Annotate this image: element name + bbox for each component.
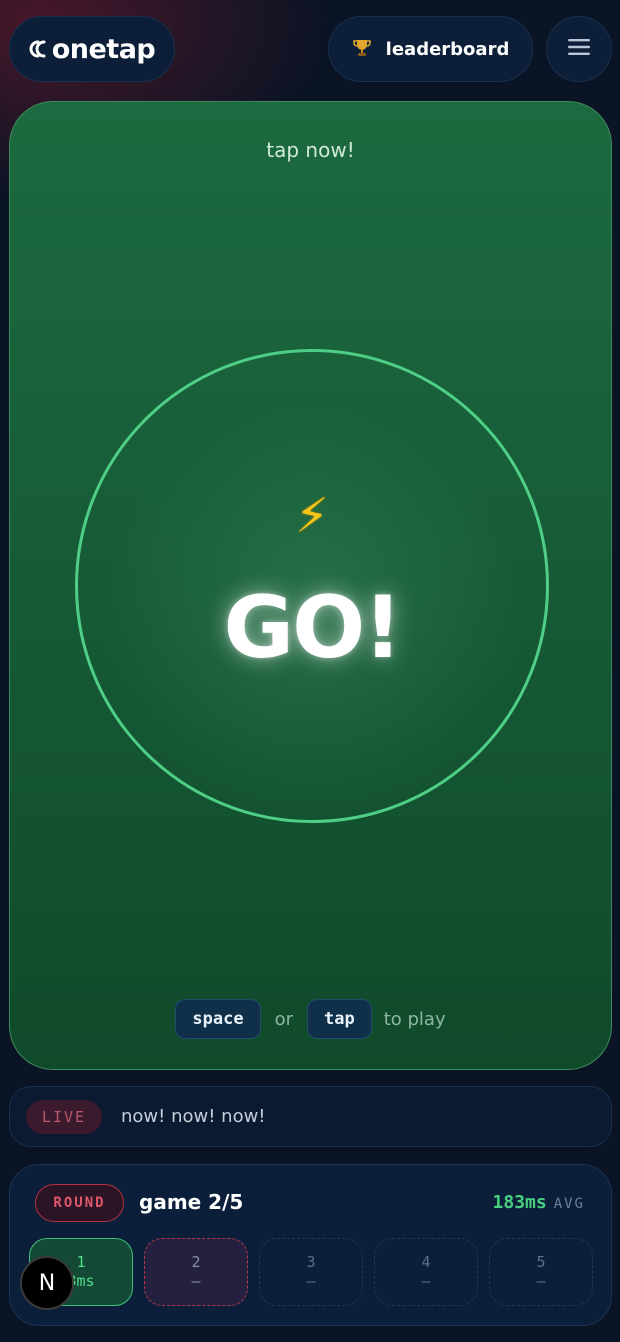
live-ticker: LIVE now! now! now! bbox=[9, 1086, 612, 1147]
leaderboard-label: leaderboard bbox=[385, 38, 510, 60]
leaderboard-button[interactable]: leaderboard bbox=[328, 16, 533, 82]
logo-text: onetap bbox=[51, 33, 156, 65]
round-badge: ROUND bbox=[35, 1184, 124, 1222]
round-summary-card: ROUND game 2/5 183ms AVG 1 3ms 2 – 3 – 4… bbox=[9, 1164, 612, 1326]
slot-number: 4 bbox=[421, 1253, 431, 1272]
go-target-circle[interactable]: ⚡ GO! bbox=[75, 349, 549, 823]
trophy-icon bbox=[352, 38, 372, 61]
average-readout: 183ms AVG bbox=[493, 1192, 585, 1213]
controls-hint: space or tap to play bbox=[10, 999, 611, 1039]
round-slot-4: 4 – bbox=[374, 1238, 478, 1306]
slot-value: – bbox=[536, 1272, 546, 1290]
live-message: now! now! now! bbox=[121, 1106, 266, 1127]
slot-number: 2 bbox=[191, 1253, 201, 1272]
average-value: 183ms bbox=[492, 1192, 547, 1213]
round-slot-5: 5 – bbox=[489, 1238, 593, 1306]
round-slot-3: 3 – bbox=[259, 1238, 363, 1306]
dev-tools-badge[interactable]: N bbox=[20, 1256, 74, 1310]
slot-number: 3 bbox=[306, 1253, 316, 1272]
tap-key-hint: tap bbox=[306, 999, 372, 1039]
logo-home-link[interactable]: onetap bbox=[9, 16, 175, 82]
game-tap-area[interactable]: tap now! ⚡ GO! space or tap to play bbox=[9, 101, 612, 1070]
game-status-text: tap now! bbox=[266, 138, 355, 162]
space-key-hint: space bbox=[175, 999, 261, 1039]
hint-or-text: or bbox=[274, 1008, 293, 1030]
menu-button[interactable] bbox=[546, 16, 612, 82]
slot-number: 1 bbox=[76, 1253, 86, 1272]
round-slot-2: 2 – bbox=[144, 1238, 248, 1306]
go-signal-text: GO! bbox=[223, 578, 403, 678]
hint-suffix-text: to play bbox=[383, 1008, 446, 1030]
slot-number: 5 bbox=[536, 1253, 546, 1272]
live-badge: LIVE bbox=[26, 1099, 102, 1134]
hamburger-menu-icon bbox=[568, 39, 590, 59]
slot-value: – bbox=[191, 1272, 201, 1290]
average-label: AVG bbox=[553, 1196, 585, 1212]
game-progress-text: game 2/5 bbox=[139, 1190, 244, 1214]
logo-mark-icon bbox=[29, 39, 51, 59]
slot-value: – bbox=[306, 1272, 316, 1290]
lightning-bolt-icon: ⚡ bbox=[295, 488, 329, 544]
slot-value: – bbox=[421, 1272, 431, 1290]
